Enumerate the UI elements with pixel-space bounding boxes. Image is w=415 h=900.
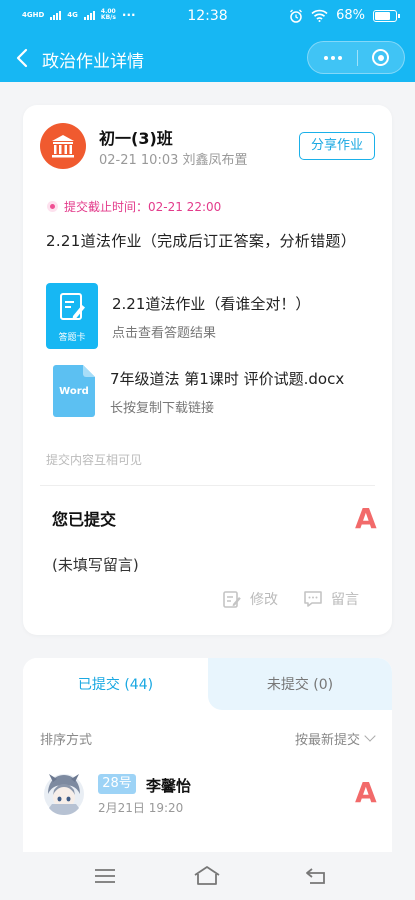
- edit-document-icon: [60, 293, 85, 320]
- class-name: 初一(3)班: [99, 129, 173, 148]
- status-bar: 4GHD 4G 4.00 KB/s ··· 12:38 68%: [0, 0, 415, 34]
- my-grade-badge: A: [355, 502, 377, 535]
- answer-card-icon[interactable]: 答题卡: [46, 283, 98, 349]
- more-options-button[interactable]: [308, 42, 357, 73]
- sort-dropdown[interactable]: 按最新提交: [294, 729, 376, 748]
- submission-time: 2月21日 19:20: [98, 801, 184, 815]
- school-building-icon: [52, 135, 74, 158]
- submission-status-title: 您已提交: [52, 510, 117, 529]
- battery-percent: 68%: [336, 8, 365, 23]
- menu-icon[interactable]: [90, 862, 120, 890]
- attachment-subtitle: 长按复制下载链接: [110, 401, 215, 416]
- wifi-icon: [311, 9, 328, 22]
- chevron-down-icon: [364, 730, 376, 742]
- sort-label: 排序方式: [40, 733, 93, 748]
- deadline-text: 提交截止时间：02-21 22:00: [64, 200, 222, 214]
- back-icon[interactable]: [302, 862, 332, 890]
- alarm-icon: [290, 9, 303, 23]
- miniprogram-capsule: [307, 41, 405, 74]
- message-label: 留言: [331, 592, 359, 608]
- sort-value: 按最新提交: [294, 733, 360, 748]
- deadline-notice: 提交截止时间：02-21 22:00: [47, 198, 221, 215]
- student-avatar[interactable]: [43, 770, 85, 816]
- student-name[interactable]: 李馨怡: [146, 775, 191, 796]
- word-file-label: Word: [59, 386, 89, 397]
- class-avatar: [40, 123, 86, 169]
- page-title: 政治作业详情: [42, 52, 144, 72]
- back-arrow-icon[interactable]: [12, 46, 36, 70]
- answer-card-title[interactable]: 2.21道法作业（看谁全对！）: [112, 293, 310, 314]
- leave-message-button[interactable]: 留言: [303, 589, 359, 609]
- system-navigation-bar: [0, 852, 415, 900]
- submission-comment: (未填写留言): [52, 556, 139, 574]
- answer-card-subtitle[interactable]: 点击查看答题结果: [112, 322, 216, 341]
- edit-icon: [223, 591, 241, 608]
- submission-list-card: 已提交 (44) 未提交 (0) 排序方式 按最新提交 28号 李馨怡 2月21…: [23, 658, 392, 858]
- visibility-note: 提交内容互相可见: [46, 453, 143, 467]
- edit-submission-button[interactable]: 修改: [222, 589, 278, 609]
- section-divider: [40, 485, 375, 486]
- home-icon[interactable]: [192, 862, 222, 890]
- deadline-dot-icon: [47, 201, 58, 212]
- attachment-filename[interactable]: 7年级道法 第1课时 评价试题.docx: [110, 368, 344, 389]
- app-header: 政治作业详情: [0, 34, 415, 82]
- battery-icon: [373, 9, 400, 22]
- student-grade-badge: A: [355, 776, 377, 809]
- close-miniprogram-button[interactable]: [372, 49, 389, 66]
- edit-label: 修改: [250, 592, 278, 608]
- tab-unsubmitted[interactable]: 未提交 (0): [208, 658, 392, 710]
- homework-description: 2.21道法作业（完成后订正答案，分析错题）: [46, 232, 357, 250]
- status-right: 68%: [289, 8, 400, 23]
- homework-card: 初一(3)班 02-21 10:03 刘鑫凤布置 分享作业 提交截止时间：02-…: [23, 105, 392, 635]
- tab-submitted[interactable]: 已提交 (44): [23, 658, 208, 710]
- answer-card-label: 答题卡: [58, 333, 86, 343]
- message-icon: [304, 591, 322, 607]
- assignment-meta: 02-21 10:03 刘鑫凤布置: [99, 153, 248, 168]
- capsule-divider: [357, 50, 358, 66]
- student-number-badge: 28号: [98, 774, 136, 794]
- share-homework-button[interactable]: 分享作业: [299, 132, 375, 160]
